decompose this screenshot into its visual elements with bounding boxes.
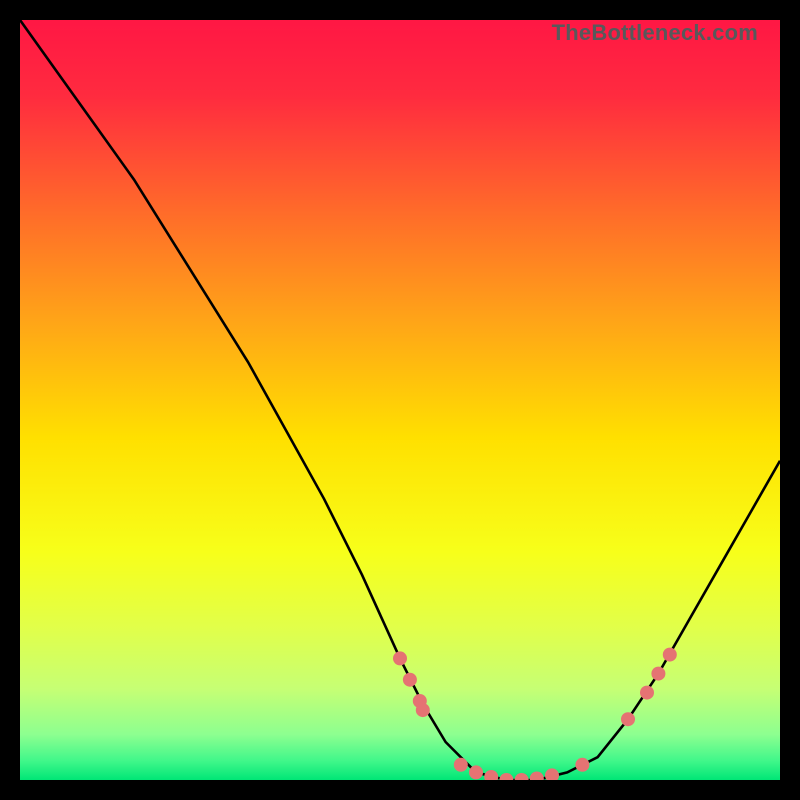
data-point xyxy=(393,651,407,665)
bottleneck-chart xyxy=(20,20,780,780)
data-point xyxy=(454,758,468,772)
data-point xyxy=(640,686,654,700)
chart-frame: TheBottleneck.com xyxy=(20,20,780,780)
data-point xyxy=(469,765,483,779)
gradient-background xyxy=(20,20,780,780)
data-point xyxy=(403,673,417,687)
data-point xyxy=(663,648,677,662)
data-point xyxy=(651,667,665,681)
data-point xyxy=(575,758,589,772)
data-point xyxy=(621,712,635,726)
data-point xyxy=(416,703,430,717)
watermark-text: TheBottleneck.com xyxy=(552,20,758,46)
